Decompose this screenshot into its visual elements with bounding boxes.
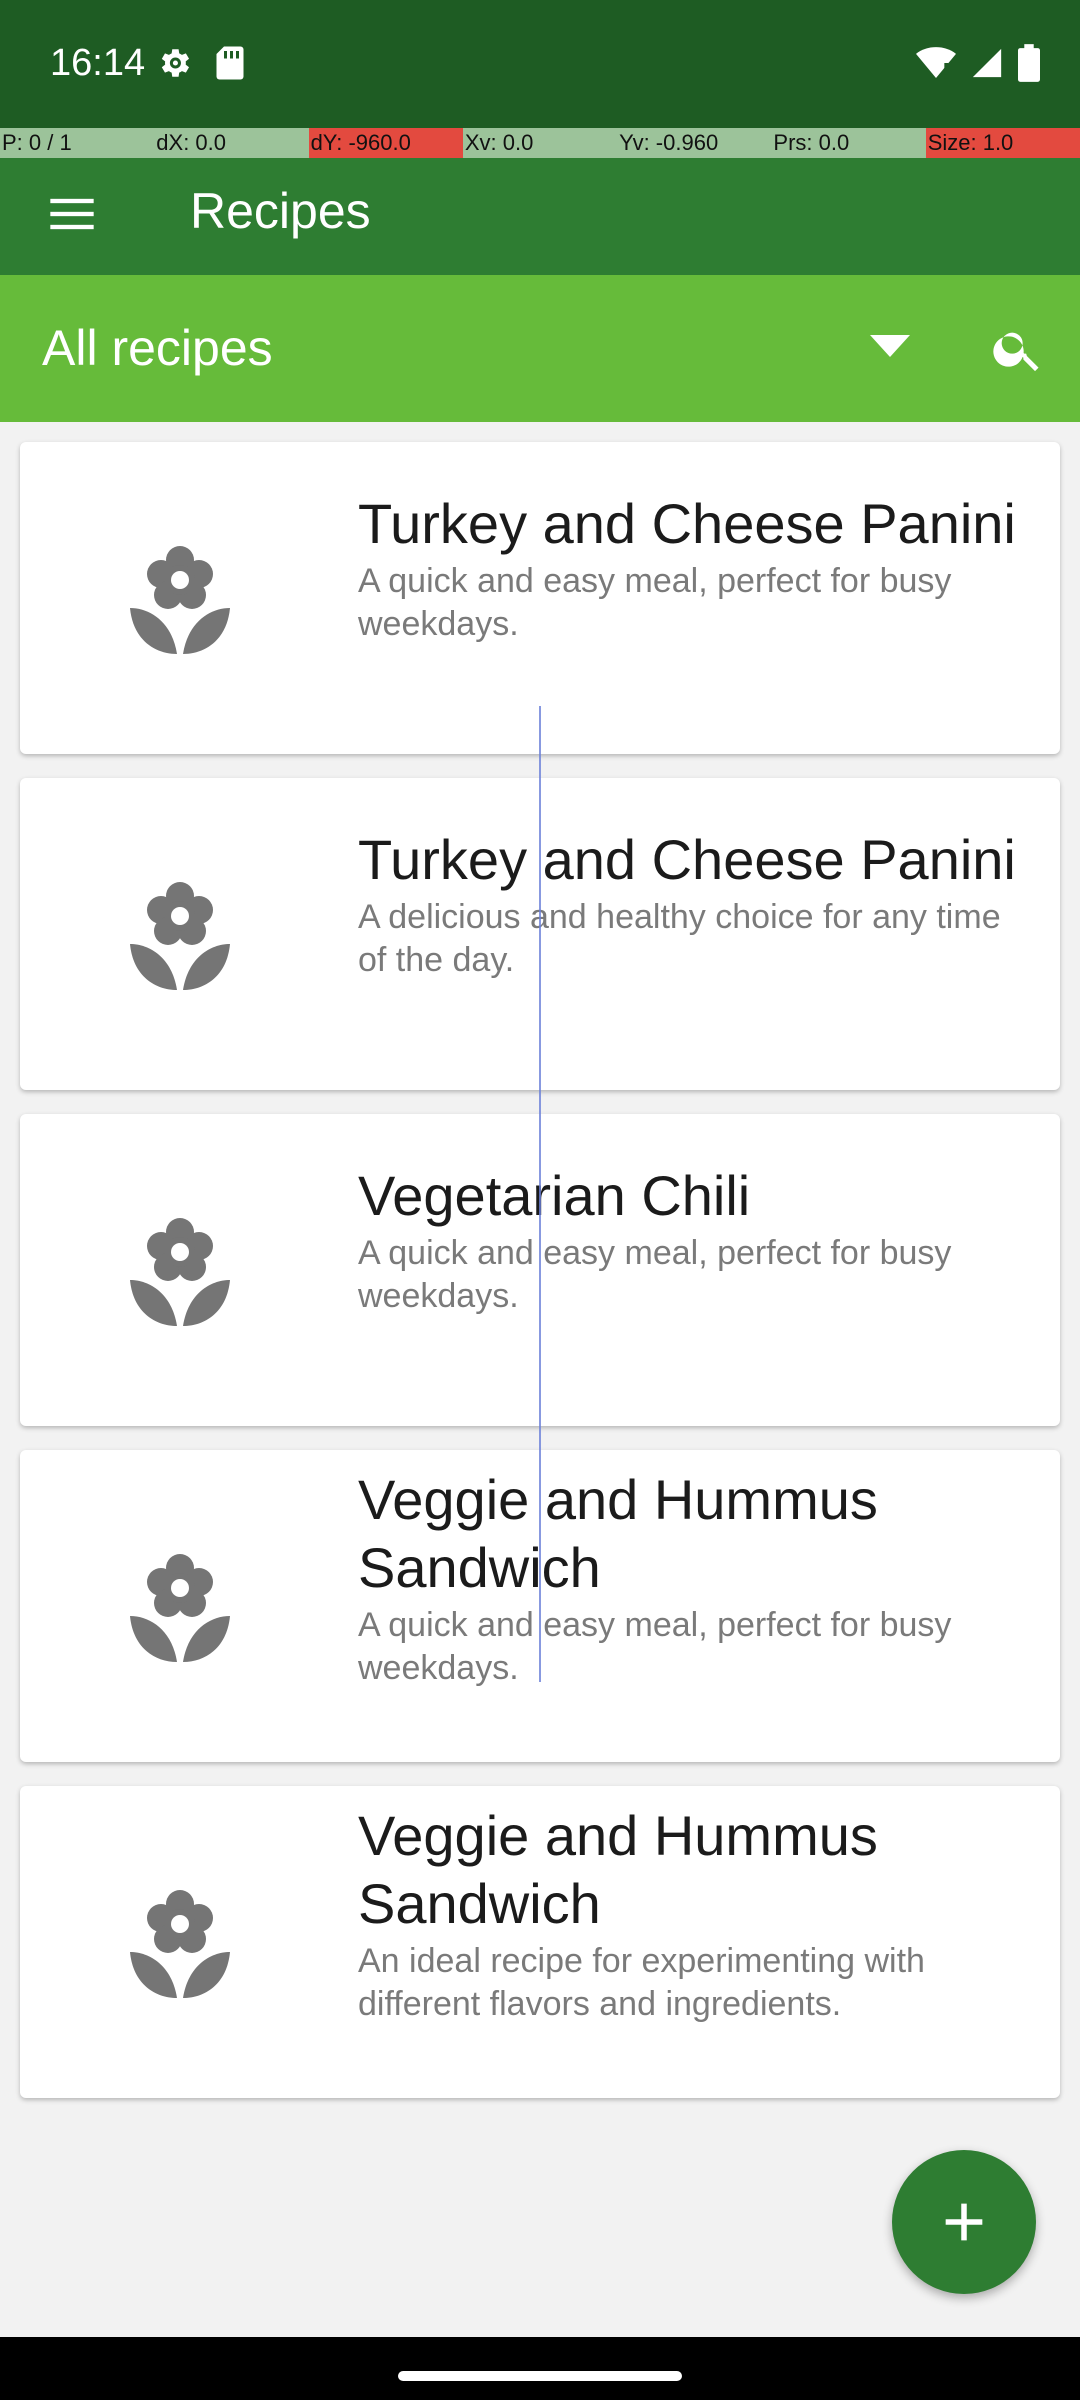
recipe-description: An ideal recipe for experimenting with d…: [358, 1942, 925, 2023]
app-bar: Recipes: [0, 158, 1080, 275]
recipe-description: A quick and easy meal, perfect for busy …: [358, 1234, 952, 1315]
recipe-description: A quick and easy meal, perfect for busy …: [358, 562, 952, 643]
dropdown-arrow-icon[interactable]: [870, 335, 910, 362]
settings-icon: [155, 44, 193, 87]
flower-icon: [125, 1548, 235, 1668]
flower-icon: [125, 540, 235, 660]
add-recipe-button[interactable]: [892, 2150, 1036, 2294]
recipe-description: A quick and easy meal, perfect for busy …: [358, 1606, 952, 1687]
recipe-title: Veggie and Hummus Sandwich: [358, 1804, 878, 1935]
add-icon: [945, 2203, 983, 2241]
sd-card-icon: [215, 45, 245, 86]
debug-yv: Yv: -0.960: [617, 128, 772, 158]
battery-icon: [1018, 44, 1040, 87]
flower-icon: [125, 1212, 235, 1332]
debug-dy: dY: -960.0: [308, 128, 463, 158]
flower-icon: [125, 876, 235, 996]
signal-icon: [970, 46, 1004, 85]
recipe-title: Veggie and Hummus Sandwich: [358, 1468, 878, 1599]
recipe-title: Turkey and Cheese Panini: [358, 492, 1016, 555]
recipe-card[interactable]: Veggie and Hummus Sandwich An ideal reci…: [20, 1786, 1060, 2098]
pointer-debug-overlay: P: 0 / 1 dX: 0.0 dY: -960.0 Xv: 0.0 Yv: …: [0, 128, 1080, 158]
touch-trace-line: [539, 706, 541, 1682]
debug-pointer-count: P: 0 / 1: [0, 128, 155, 158]
category-filter-select[interactable]: All recipes: [42, 313, 273, 383]
flower-icon: [125, 1884, 235, 2004]
recipe-title: Vegetarian Chili: [358, 1164, 751, 1227]
recipe-title: Turkey and Cheese Panini: [358, 828, 1016, 891]
search-button[interactable]: [990, 321, 1046, 377]
debug-dx: dX: 0.0: [154, 128, 309, 158]
navigation-bar: [0, 2337, 1080, 2400]
wifi-icon: [916, 46, 956, 85]
home-gesture-handle[interactable]: [398, 2371, 682, 2381]
recipe-description: A delicious and healthy choice for any t…: [358, 898, 1001, 979]
page-title: Recipes: [190, 183, 371, 239]
debug-pressure: Prs: 0.0: [771, 128, 926, 158]
hamburger-menu-icon: [50, 198, 94, 230]
search-icon: [993, 332, 1039, 372]
debug-xv: Xv: 0.0: [462, 128, 618, 158]
status-bar: 16:14: [0, 0, 1080, 128]
menu-button[interactable]: [46, 188, 98, 240]
status-time: 16:14: [50, 42, 146, 84]
filter-bar: All recipes: [0, 275, 1080, 422]
debug-size: Size: 1.0: [925, 128, 1080, 158]
